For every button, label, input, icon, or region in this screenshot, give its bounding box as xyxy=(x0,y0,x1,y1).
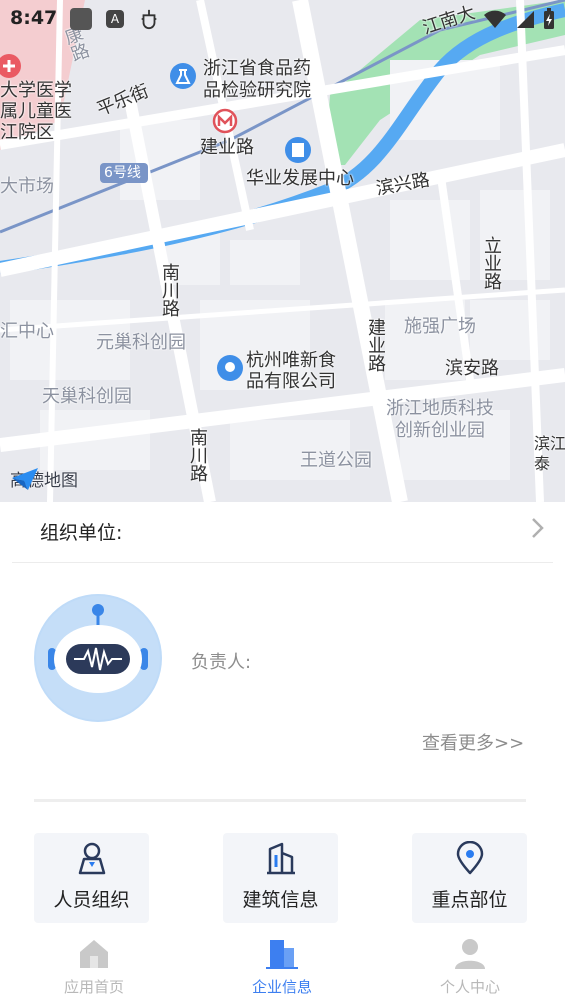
status-time: 8:47 xyxy=(10,7,58,29)
a-letter-icon: A xyxy=(106,10,124,28)
tile-key-locations[interactable]: 重点部位 xyxy=(412,833,527,923)
view-more-link[interactable]: 查看更多>> xyxy=(422,729,524,755)
map-label-wangdao-park: 王道公园 xyxy=(300,450,372,471)
bottom-nav: 应用首页 企业信息 个人中心 xyxy=(0,928,565,1004)
map-label-food-inst: 浙江省食品药 品检验研究院 xyxy=(203,58,311,101)
nav-item-enterprise[interactable]: 企业信息 xyxy=(222,928,342,1004)
robot-avatar xyxy=(34,594,162,722)
map-label-big-market: 大市场 xyxy=(0,176,54,197)
user-icon xyxy=(455,939,485,969)
bug-icon xyxy=(141,9,157,29)
nav-item-profile[interactable]: 个人中心 xyxy=(410,928,530,1004)
notification-square-icon xyxy=(70,8,92,30)
location-pin-icon xyxy=(456,841,483,875)
tile-building-info[interactable]: 建筑信息 xyxy=(223,833,338,923)
map-label-jianye-road-south: 建业路 xyxy=(365,318,386,372)
map-label-line6: 6号线 xyxy=(104,165,141,181)
map-label-weixin-food: 杭州唯新食 品有限公司 xyxy=(246,350,336,392)
owner-label: 负责人: xyxy=(191,652,252,673)
map-label-nanchuan-road-south: 南川路 xyxy=(187,428,208,482)
map-label-binan-road: 滨安路 xyxy=(445,358,499,379)
map-label-huaye-center: 华业发展中心 xyxy=(246,168,354,189)
person-badge-icon xyxy=(78,842,105,875)
lab-marker xyxy=(170,63,196,89)
nav-label: 企业信息 xyxy=(251,978,312,996)
map-label-tianchao-park: 天巢科创园 xyxy=(42,386,132,407)
wifi-icon xyxy=(484,10,506,28)
building-icon xyxy=(266,842,295,875)
org-unit-label: 组织单位: xyxy=(40,522,123,544)
robot-icon xyxy=(36,596,160,720)
tile-label: 人员组织 xyxy=(53,889,130,911)
nav-label: 应用首页 xyxy=(63,978,124,996)
paper-plane-icon xyxy=(12,468,38,490)
map-label-shiqiang-plaza: 施强广场 xyxy=(404,316,476,337)
tile-personnel-org[interactable]: 人员组织 xyxy=(34,833,149,923)
map-label-bin-corner: 滨江 泰 xyxy=(534,434,565,473)
map-label-yuanchao-park: 元巢科创园 xyxy=(96,332,186,353)
chevron-right-icon xyxy=(532,518,544,538)
metro-station-marker xyxy=(212,108,238,134)
map-view[interactable]: 康路 大学医学 属儿童医 江院区 平乐街 浙江省食品药 品检验研究院 江南大 建… xyxy=(0,0,565,502)
status-bar: 8:47 A xyxy=(0,0,565,38)
map-label-hui-center: 汇中心 xyxy=(0,321,54,342)
map-provider-logo: 高德地图 xyxy=(10,466,78,491)
map-label-liye-road: 立业路 xyxy=(481,236,502,290)
tile-label: 重点部位 xyxy=(431,889,508,911)
signal-icon xyxy=(517,11,534,28)
home-icon xyxy=(80,940,108,968)
map-label-geology-park: 浙江地质科技 创新创业园 xyxy=(386,398,494,441)
map-label-nanchuan-road-north: 南川路 xyxy=(159,263,180,317)
org-unit-row[interactable]: 组织单位: xyxy=(0,502,565,562)
nav-label: 个人中心 xyxy=(439,978,500,996)
map-label-jianye-road-north: 建业路 xyxy=(200,137,254,158)
nav-item-home[interactable]: 应用首页 xyxy=(34,928,154,1004)
tile-label: 建筑信息 xyxy=(242,889,319,911)
battery-charging-icon xyxy=(544,8,554,29)
divider xyxy=(34,799,526,802)
divider xyxy=(12,562,553,563)
map-label-hospital: 大学医学 属儿童医 江院区 xyxy=(0,80,72,143)
enterprise-building-icon xyxy=(266,940,298,969)
